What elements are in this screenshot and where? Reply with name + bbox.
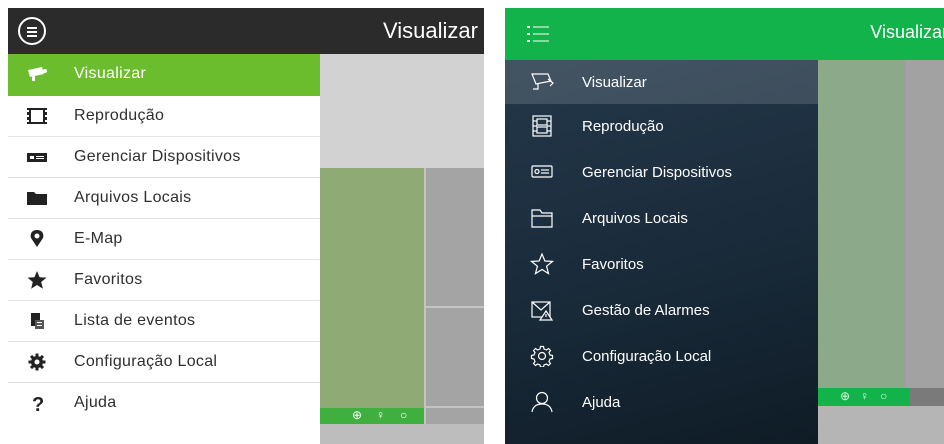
menu-item-label: Ajuda xyxy=(582,394,621,411)
svg-text:?: ? xyxy=(32,394,44,412)
star-outline-icon xyxy=(530,253,554,275)
menu-item-label: Lista de eventos xyxy=(74,312,196,329)
menu-item-gerenciar-dispositivos[interactable]: Gerenciar Dispositivos xyxy=(505,150,818,196)
folder-outline-icon xyxy=(531,209,553,228)
menu-item-configuracao-local[interactable]: Configuração Local xyxy=(505,334,818,380)
menu-item-label: Favoritos xyxy=(582,256,644,273)
app-header: Visualizar xyxy=(8,8,484,54)
menu-item-e-map[interactable]: E-Map xyxy=(8,219,320,260)
video-pane xyxy=(910,388,944,406)
menu-item-label: Arquivos Locais xyxy=(582,210,688,227)
record-icon[interactable]: ○ xyxy=(880,389,887,403)
film-outline-icon xyxy=(532,115,552,137)
camera-icon xyxy=(28,67,47,81)
user-outline-icon xyxy=(531,391,553,413)
menu-item-gerenciar-dispositivos[interactable]: Gerenciar Dispositivos xyxy=(8,137,320,178)
alarm-mail-icon xyxy=(531,301,554,321)
left-screen: Visualizar ⊕ ♀ ○ Visualizar Reprodução G… xyxy=(8,8,484,444)
menu-item-favoritos[interactable]: Favoritos xyxy=(505,242,818,288)
menu-item-configuracao-local[interactable]: Configuração Local xyxy=(8,342,320,383)
menu-item-reproducao[interactable]: Reprodução xyxy=(505,104,818,150)
menu-item-ajuda[interactable]: Ajuda xyxy=(505,380,818,426)
menu-item-label: Favoritos xyxy=(74,271,143,288)
video-toolbar: ⊕ ♀ ○ xyxy=(818,388,910,406)
video-pane xyxy=(320,54,484,168)
camera-outline-icon xyxy=(531,73,554,90)
menu-item-label: Visualizar xyxy=(582,74,647,91)
page-title: Visualizar xyxy=(383,18,478,43)
dvr-outline-icon xyxy=(531,165,553,178)
menu-item-label: Ajuda xyxy=(74,394,117,411)
side-drawer: Visualizar Reprodução Gerenciar Disposit… xyxy=(505,60,818,444)
question-icon: ? xyxy=(32,394,44,412)
video-pane-selected[interactable] xyxy=(818,60,904,388)
microphone-icon[interactable]: ♀ xyxy=(376,408,385,422)
app-header: Visualizar xyxy=(505,8,944,60)
menu-item-label: E-Map xyxy=(74,230,123,247)
hamburger-menu-icon[interactable] xyxy=(18,17,46,45)
menu-item-label: Visualizar xyxy=(74,65,147,82)
menu-item-label: Arquivos Locais xyxy=(74,189,192,206)
video-pane xyxy=(906,60,944,388)
right-screen: Visualizar ⊕ ♀ ○ Visualizar Reprodução G… xyxy=(505,8,944,444)
menu-item-arquivos-locais[interactable]: Arquivos Locais xyxy=(8,178,320,219)
zoom-icon[interactable]: ⊕ xyxy=(840,389,850,403)
gear-outline-icon xyxy=(530,345,554,367)
menu-item-visualizar[interactable]: Visualizar xyxy=(8,54,320,96)
video-toolbar: ⊕ ♀ ○ xyxy=(320,408,424,424)
film-icon xyxy=(27,108,47,124)
event-list-icon xyxy=(31,313,44,329)
menu-item-label: Gerenciar Dispositivos xyxy=(582,164,733,181)
menu-item-visualizar[interactable]: Visualizar xyxy=(505,60,818,104)
list-menu-icon[interactable] xyxy=(527,24,549,44)
menu-item-label: Gerenciar Dispositivos xyxy=(74,148,241,165)
folder-icon xyxy=(27,192,47,205)
menu-item-reproducao[interactable]: Reprodução xyxy=(8,96,320,137)
microphone-icon[interactable]: ♀ xyxy=(860,389,869,403)
menu-item-favoritos[interactable]: Favoritos xyxy=(8,260,320,301)
zoom-icon[interactable]: ⊕ xyxy=(352,408,362,422)
menu-item-gestao-de-alarmes[interactable]: Gestão de Alarmes xyxy=(505,288,818,334)
menu-item-arquivos-locais[interactable]: Arquivos Locais xyxy=(505,196,818,242)
menu-item-label: Reprodução xyxy=(74,107,165,124)
menu-item-label: Gestão de Alarmes xyxy=(582,302,710,319)
menu-item-label: Reprodução xyxy=(582,118,664,135)
star-icon xyxy=(27,271,47,289)
menu-item-lista-de-eventos[interactable]: Lista de eventos xyxy=(8,301,320,342)
side-drawer: Visualizar Reprodução Gerenciar Disposit… xyxy=(8,54,320,444)
gear-icon xyxy=(28,353,46,371)
dvr-icon xyxy=(27,153,47,162)
video-grid xyxy=(424,168,484,444)
video-pane xyxy=(818,406,944,444)
menu-item-label: Configuração Local xyxy=(74,353,218,370)
map-pin-icon xyxy=(30,230,44,247)
video-pane-selected[interactable] xyxy=(320,168,424,408)
page-title: Visualizar xyxy=(870,22,944,42)
video-pane xyxy=(320,424,484,444)
record-icon[interactable]: ○ xyxy=(400,408,407,422)
menu-item-label: Configuração Local xyxy=(582,348,712,365)
menu-item-ajuda[interactable]: ? Ajuda xyxy=(8,383,320,424)
